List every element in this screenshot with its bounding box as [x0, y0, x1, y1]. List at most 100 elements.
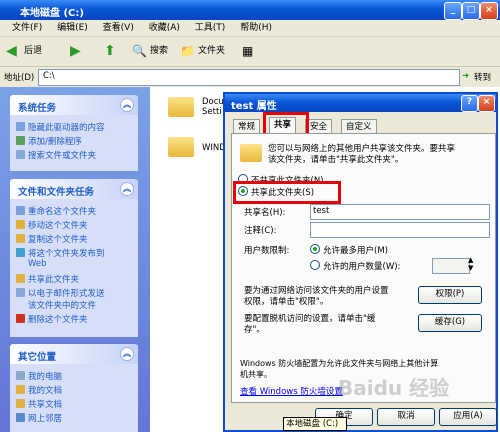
system-tasks-panel: 隐藏此驱动器的内容 添加/删除程序 搜索文件或文件夹: [10, 115, 138, 171]
menu-tools[interactable]: 工具(T): [195, 20, 226, 37]
help-button[interactable]: ?: [461, 95, 478, 112]
file-tasks-panel: 重命名这个文件夹 移动这个文件夹 复制这个文件夹 将这个文件夹发布到 Web 共…: [10, 199, 138, 337]
firewall-text-2: 机共享。: [240, 370, 272, 379]
file-tasks-header[interactable]: 文件和文件夹任务 ︽: [10, 179, 138, 199]
go-arrow-icon[interactable]: ➜: [462, 71, 469, 81]
publish-web-link-2[interactable]: Web: [28, 259, 47, 269]
programs-icon: [16, 136, 25, 145]
maximize-button[interactable]: □: [462, 2, 480, 20]
globe-icon: [16, 248, 25, 257]
max-allowed-radio[interactable]: 允许最多用户(M): [310, 244, 388, 256]
share-name-input[interactable]: test: [310, 204, 490, 220]
search-files-link[interactable]: 搜索文件或文件夹: [16, 149, 96, 161]
spinner-arrows-icon[interactable]: ▲ ▼: [468, 256, 473, 272]
user-count-spinner[interactable]: [432, 258, 470, 274]
share-name-label: 共享名(H):: [244, 208, 286, 218]
radio-icon: [310, 260, 320, 270]
back-button[interactable]: 后退: [24, 43, 42, 59]
user-limit-label: 用户数限制:: [244, 246, 290, 256]
documents-icon: [16, 385, 25, 394]
explorer-title-bar: 本地磁盘 (C:) _ □ ×: [0, 0, 500, 20]
folder-icon[interactable]: [168, 137, 194, 157]
copy-folder-link[interactable]: 复制这个文件夹: [16, 233, 88, 245]
search-icon: [16, 150, 25, 159]
email-folder-link-2[interactable]: 该文件夹中的文件: [28, 299, 96, 311]
share-folder-link[interactable]: 共享此文件夹: [16, 273, 79, 285]
menu-view[interactable]: 查看(V): [103, 20, 134, 37]
delete-icon: [16, 314, 25, 323]
copy-icon: [16, 234, 25, 243]
dialog-close-button[interactable]: ×: [478, 95, 495, 112]
system-tasks-header[interactable]: 系统任务 ︽: [10, 95, 138, 115]
my-computer-link[interactable]: 我的电脑: [16, 370, 62, 382]
my-documents-link[interactable]: 我的文档: [16, 384, 62, 396]
go-button[interactable]: 转到: [474, 71, 491, 83]
highlight-box: [233, 181, 341, 204]
sharing-tab-panel: 您可以与网络上的其他用户共享该文件夹。要共享 该文件夹，请单击"共享此文件夹"。…: [231, 133, 496, 403]
close-button[interactable]: ×: [480, 2, 498, 20]
folder-label[interactable]: Docu: [202, 97, 224, 107]
apply-button[interactable]: 应用(A): [439, 408, 497, 426]
permissions-text-2: 权限，请单击"权限"。: [244, 297, 329, 307]
shared-documents-link[interactable]: 共享文档: [16, 398, 62, 410]
firewall-text-1: Windows 防火墙配置为允许此文件夹与网络上其他计算: [240, 359, 439, 368]
other-places-header[interactable]: 其它位置 ︽: [10, 344, 138, 364]
network-icon: [16, 413, 25, 422]
rename-folder-link[interactable]: 重命名这个文件夹: [16, 205, 96, 217]
menu-file[interactable]: 文件(F): [12, 20, 42, 37]
email-folder-link[interactable]: 以电子邮件形式发送: [16, 287, 105, 299]
comment-label: 注释(C):: [244, 226, 277, 236]
allow-number-radio[interactable]: 允许的用户数量(W):: [310, 260, 400, 272]
tab-security[interactable]: 安全: [305, 119, 333, 134]
address-label: 地址(D): [4, 73, 35, 83]
up-folder-icon[interactable]: ⬆: [104, 43, 116, 59]
window-title: 本地磁盘 (C:): [20, 8, 84, 19]
views-icon[interactable]: ▦: [242, 43, 253, 59]
toolbar: ◀ 后退 ▶ ⬆ 🔍 搜索 📁 文件夹 ▦: [0, 37, 500, 67]
task-sidebar: 系统任务 ︽ 隐藏此驱动器的内容 添加/删除程序 搜索文件或文件夹 文件和文件夹任…: [0, 87, 150, 432]
folder-icon[interactable]: [168, 97, 194, 117]
publish-web-link[interactable]: 将这个文件夹发布到: [16, 247, 105, 259]
cancel-button[interactable]: 取消: [377, 408, 435, 426]
menu-bar: 文件(F) 编辑(E) 查看(V) 收藏(A) 工具(T) 帮助(H): [0, 20, 500, 37]
computer-icon: [16, 371, 25, 380]
folders-icon: 📁: [180, 44, 195, 58]
folder-label[interactable]: Setti: [202, 107, 222, 117]
move-icon: [16, 220, 25, 229]
menu-favorites[interactable]: 收藏(A): [149, 20, 180, 37]
intro-line-2: 该文件夹，请单击"共享此文件夹"。: [268, 155, 404, 165]
network-places-link[interactable]: 网上邻居: [16, 412, 62, 424]
permissions-button[interactable]: 权限(P): [418, 286, 482, 304]
shared-folder-icon: [240, 144, 262, 162]
search-icon: 🔍: [132, 44, 147, 58]
collapse-icon[interactable]: ︽: [120, 182, 134, 196]
move-folder-link[interactable]: 移动这个文件夹: [16, 219, 88, 231]
firewall-settings-link[interactable]: 查看 Windows 防火墙设置: [240, 385, 343, 397]
menu-edit[interactable]: 编辑(E): [57, 20, 88, 37]
dialog-title: test 属性: [231, 101, 277, 112]
delete-folder-link[interactable]: 删除这个文件夹: [16, 313, 88, 325]
add-remove-programs-link[interactable]: 添加/删除程序: [16, 135, 82, 147]
cache-text-2: 存"。: [244, 325, 265, 335]
hide-drive-link[interactable]: 隐藏此驱动器的内容: [16, 121, 105, 133]
share-icon: [16, 274, 25, 283]
collapse-icon[interactable]: ︽: [120, 347, 134, 361]
tab-general[interactable]: 常规: [233, 119, 261, 134]
tab-customize[interactable]: 自定义: [341, 119, 377, 134]
folders-button[interactable]: 文件夹: [198, 43, 225, 59]
address-bar: 地址(D) C:\ ➜ 转到: [0, 67, 500, 87]
shared-folder-icon: [16, 399, 25, 408]
forward-arrow-icon[interactable]: ▶: [70, 43, 81, 59]
minimize-button[interactable]: _: [444, 2, 462, 20]
menu-help[interactable]: 帮助(H): [240, 20, 272, 37]
cache-button[interactable]: 缓存(G): [418, 314, 482, 332]
comment-input[interactable]: [310, 222, 490, 238]
search-button[interactable]: 搜索: [150, 43, 168, 59]
other-places-panel: 我的电脑 我的文档 共享文档 网上邻居: [10, 364, 138, 432]
back-arrow-icon: ◀: [6, 43, 17, 59]
dialog-title-bar: test 属性 ? ×: [225, 94, 496, 112]
address-input[interactable]: C:\: [38, 69, 460, 86]
hide-icon: [16, 122, 25, 131]
radio-selected-icon: [310, 244, 320, 254]
collapse-icon[interactable]: ︽: [120, 98, 134, 112]
